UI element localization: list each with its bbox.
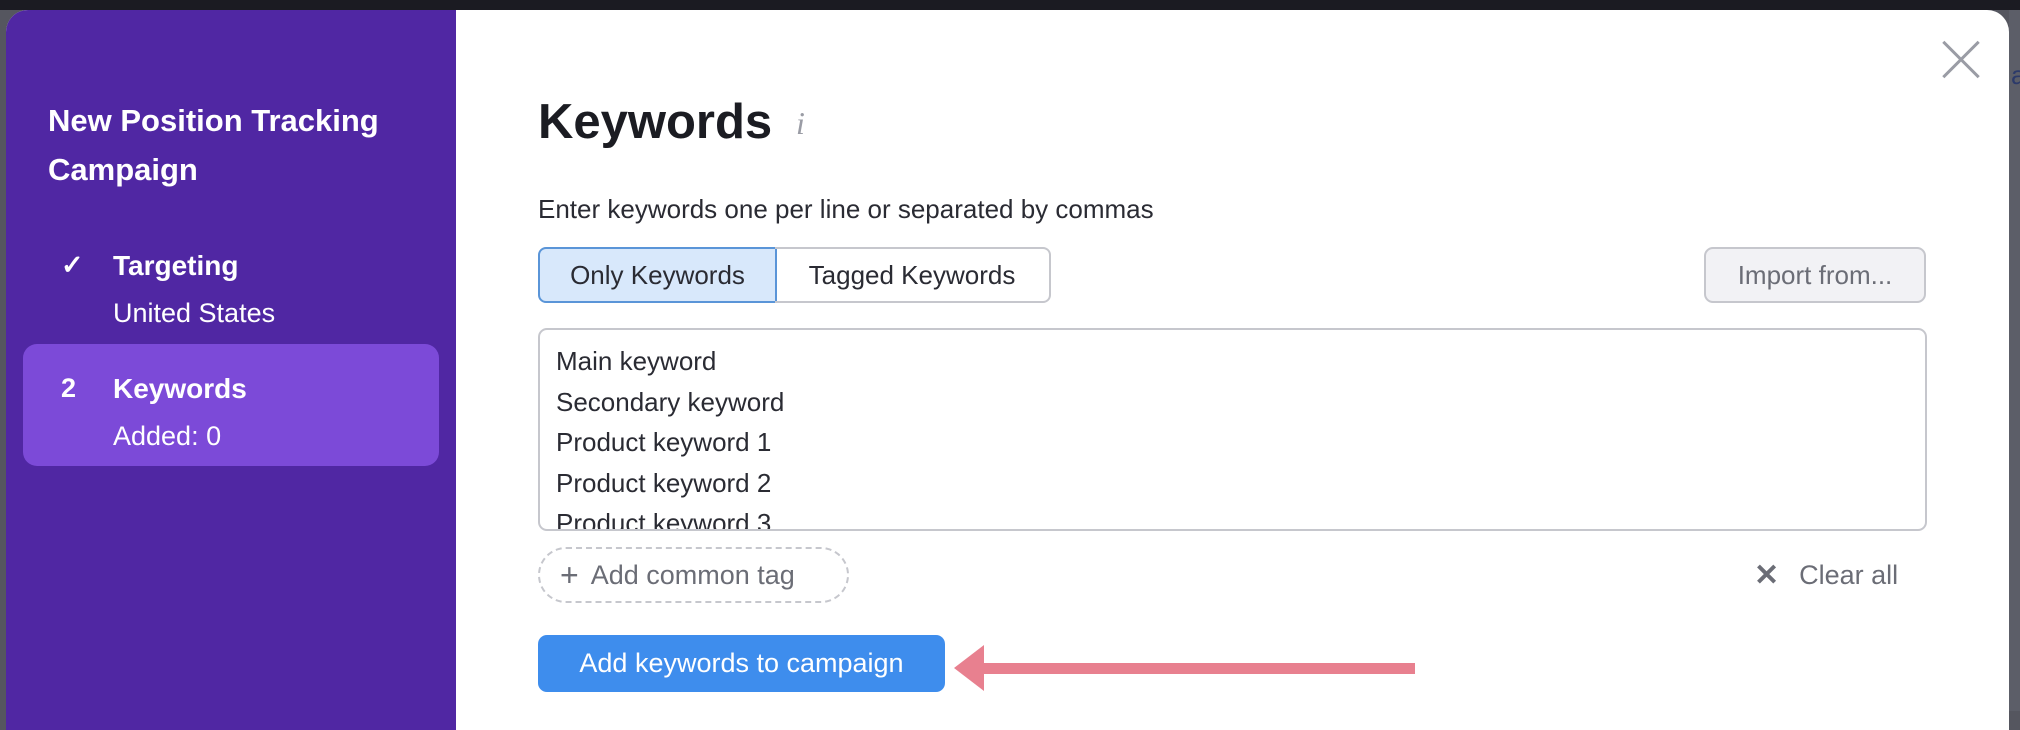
keyword-line: Product keyword 2 bbox=[556, 467, 772, 498]
active-step-highlight bbox=[23, 344, 439, 466]
annotation-arrow-icon bbox=[954, 645, 1415, 691]
tab-only-keywords[interactable]: Only Keywords bbox=[538, 247, 777, 303]
clear-all-label: Clear all bbox=[1799, 559, 1899, 590]
wizard-sidebar: New Position Tracking Campaign ✓ Targeti… bbox=[6, 10, 456, 730]
page-title: Keywords bbox=[538, 95, 773, 149]
clear-all-button[interactable]: ✕ Clear all bbox=[1754, 555, 1898, 595]
keywords-textarea[interactable]: Main keyword Secondary keyword Product k… bbox=[538, 328, 1927, 531]
step-sub: United States bbox=[113, 298, 276, 328]
keyword-line: Product keyword 1 bbox=[556, 427, 772, 457]
keyword-line: Product keyword 3 bbox=[556, 508, 772, 531]
close-icon[interactable] bbox=[1940, 40, 1980, 80]
step-number: 2 bbox=[61, 373, 77, 403]
check-icon: ✓ bbox=[61, 250, 84, 280]
import-from-button[interactable]: Import from... bbox=[1704, 247, 1926, 303]
add-tag-label: Add common tag bbox=[590, 559, 795, 590]
top-bar bbox=[0, 0, 2020, 10]
add-keywords-button[interactable]: Add keywords to campaign bbox=[538, 635, 945, 692]
tab-tagged-keywords[interactable]: Tagged Keywords bbox=[775, 247, 1051, 303]
step-label: Targeting bbox=[113, 250, 239, 281]
step-sub: Added: 0 bbox=[113, 421, 222, 451]
wizard-title: New Position Tracking Campaign bbox=[48, 103, 379, 187]
keyword-line: Main keyword bbox=[556, 346, 717, 376]
close-icon: ✕ bbox=[1754, 558, 1780, 592]
instructions: Enter keywords one per line or separated… bbox=[538, 194, 1154, 224]
new-campaign-modal: New Position Tracking Campaign ✓ Targeti… bbox=[6, 10, 2009, 730]
add-common-tag-button[interactable]: + Add common tag bbox=[538, 547, 849, 603]
keyword-line: Secondary keyword bbox=[556, 386, 785, 417]
info-icon[interactable]: i bbox=[796, 105, 805, 142]
backdrop-text: ac bbox=[2011, 60, 2020, 90]
page-backdrop: ac bbox=[2009, 10, 2020, 711]
plus-icon: + bbox=[560, 556, 579, 593]
step-label: Keywords bbox=[113, 373, 247, 404]
